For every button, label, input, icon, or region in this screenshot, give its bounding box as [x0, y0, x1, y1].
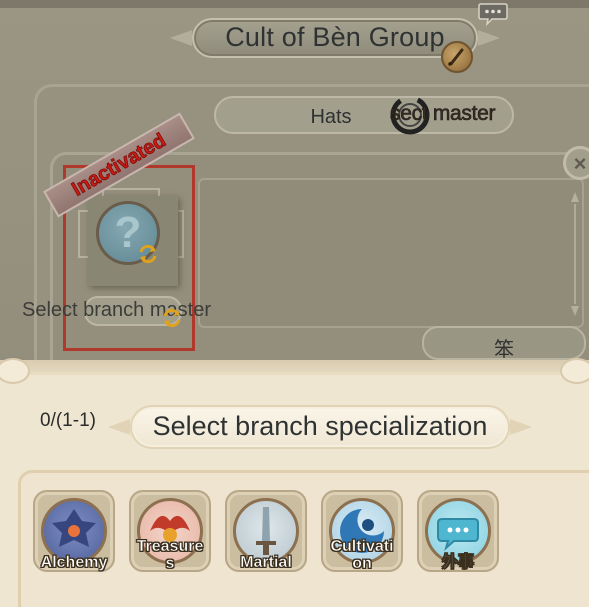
chat-bubble-icon[interactable]: [478, 2, 508, 27]
swap-icon[interactable]: [161, 307, 183, 329]
spec-item-treasures[interactable]: Treasure s: [129, 490, 211, 576]
close-button[interactable]: ×: [563, 146, 589, 180]
spec-label: Alchemy: [40, 554, 108, 572]
scroll-track[interactable]: [574, 204, 576, 304]
scrollbar[interactable]: [571, 192, 579, 316]
spec-item-external-affairs[interactable]: 外事: [417, 490, 499, 576]
tab-hats-label: Hats: [310, 106, 352, 128]
spec-label: Cultivati on: [330, 538, 394, 573]
specialization-banner: Select branch specialization: [108, 402, 532, 452]
spec-label: Martial: [240, 554, 292, 572]
scroll-down-arrow[interactable]: [571, 306, 579, 316]
rename-brush-icon[interactable]: [441, 41, 473, 73]
specialization-title: Select branch specialization: [152, 411, 488, 441]
spec-item-alchemy[interactable]: Alchemy: [33, 490, 115, 576]
spec-label: Treasure s: [136, 538, 204, 573]
scroll-curl-right: [560, 358, 589, 384]
swap-icon[interactable]: [137, 243, 159, 265]
confirm-button[interactable]: 笨: [422, 326, 586, 361]
scroll-up-arrow[interactable]: [571, 192, 579, 202]
selection-counter: 0/(1-1): [40, 410, 96, 431]
spec-item-martial[interactable]: Martial: [225, 490, 307, 576]
confirm-button-label: 笨: [494, 339, 514, 361]
spec-item-cultivation[interactable]: Cultivati on: [321, 490, 403, 576]
member-list-panel: [198, 178, 584, 328]
tab-sect-master[interactable]: sect master: [390, 102, 496, 126]
spec-label: 外事: [441, 554, 475, 572]
close-icon: ×: [573, 151, 587, 176]
